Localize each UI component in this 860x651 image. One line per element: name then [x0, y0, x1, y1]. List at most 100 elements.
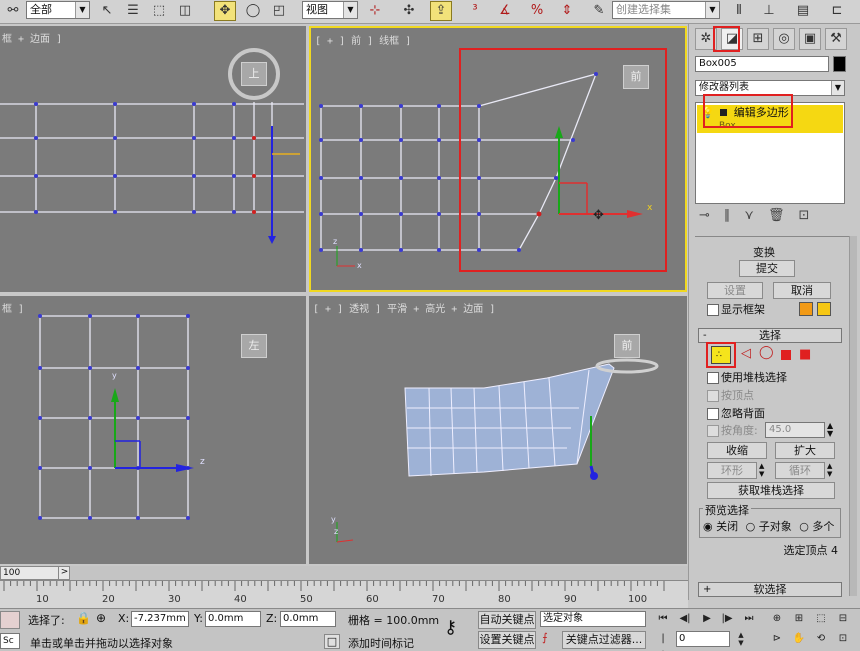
orbit-icon[interactable]: ⟲ [812, 631, 830, 647]
viewport-persp-label[interactable]: [ + ] 透视 ] 平滑 + 高光 + 边面 ] [313, 300, 495, 315]
ring-spinner-icon[interactable]: ▲ ▼ [759, 462, 769, 479]
z-coordinate-input[interactable]: 0.0mm [280, 611, 336, 627]
window-crossing-icon[interactable]: ◫ [174, 1, 196, 21]
polygon-mode-icon[interactable] [781, 350, 791, 360]
by-vertex-checkbox[interactable]: 按顶点 [707, 390, 754, 402]
select-manipulate-icon[interactable]: ✣ [398, 1, 420, 21]
make-unique-icon[interactable]: ⋎ [744, 208, 768, 223]
zoom-all-icon[interactable]: ⊞ [790, 611, 808, 627]
commit-button[interactable]: 提交 [739, 260, 795, 277]
modifier-stack-item[interactable]: Box [697, 120, 843, 133]
border-mode-icon[interactable]: ◯ [759, 345, 774, 360]
cage-selected-color-swatch[interactable] [817, 302, 831, 316]
zoom-extents-icon[interactable]: ⬚ [812, 611, 830, 627]
pivot-icon[interactable]: ⊹ [364, 1, 386, 21]
viewport-front-label[interactable]: [ + ] 前 ] 线框 ] [315, 32, 411, 47]
time-tag-icon[interactable]: □ [324, 634, 340, 649]
curve-editor-icon[interactable]: ⊏ [826, 1, 848, 21]
radio-off[interactable]: ◉ 关闭 [703, 520, 738, 533]
current-frame-input[interactable]: 0 [676, 631, 730, 647]
mirror-icon[interactable]: ⫴ [728, 1, 750, 21]
next-frame-arrow-icon[interactable]: > [58, 566, 70, 580]
maximize-viewport-icon[interactable]: ⊡ [834, 631, 852, 647]
modify-tab-icon[interactable]: ◪ [721, 28, 743, 50]
ring-button[interactable]: 环形 [707, 462, 757, 479]
percent-snap-icon[interactable]: % [526, 1, 548, 21]
get-stack-selection-button[interactable]: 获取堆栈选择 [707, 482, 835, 499]
selection-rollout-header[interactable]: - 选择 [698, 328, 842, 343]
rotate-icon[interactable]: ◯ [242, 1, 264, 21]
key-filters-button[interactable]: 关键点过滤器... [562, 631, 646, 649]
select-object-icon[interactable]: ↖ [96, 1, 118, 21]
reference-coord-dropdown[interactable]: 视图 ▼ [302, 1, 358, 19]
display-tab-icon[interactable]: ▣ [799, 28, 821, 50]
named-selection-dropdown[interactable]: 创建选择集 ▼ [612, 1, 720, 19]
maxscript-mini-listener[interactable]: Sc [0, 633, 20, 649]
loop-button[interactable]: 循环 [775, 462, 825, 479]
angle-snap-icon[interactable]: ∡ [494, 1, 516, 21]
frame-spinner-icon[interactable]: ▲ ▼ [732, 631, 750, 647]
viewport-left-label[interactable]: 框 ] [2, 300, 24, 315]
scale-icon[interactable]: ◰ [268, 1, 290, 21]
selection-filter-dropdown[interactable]: 全部 ▼ [26, 1, 90, 19]
grow-button[interactable]: 扩大 [775, 442, 835, 459]
key-mode-icon[interactable]: ⚷ [444, 617, 457, 638]
create-tab-icon[interactable]: ✲ [695, 28, 717, 50]
key-mode-toggle-icon[interactable]: |◀▶ [654, 631, 672, 651]
pin-stack-icon[interactable]: ⊸ [699, 208, 724, 223]
spinner-snap-icon[interactable]: ⇕ [556, 1, 578, 21]
element-mode-icon[interactable]: ■ [799, 347, 811, 362]
loop-spinner-icon[interactable]: ▲ ▼ [827, 462, 837, 479]
y-coordinate-input[interactable]: 0.0mm [205, 611, 261, 627]
modifier-list-dropdown[interactable]: 修改器列表 ▼ [695, 80, 845, 96]
object-name-field[interactable]: Box005 [695, 56, 829, 72]
go-to-start-icon[interactable]: ⏮ [654, 611, 672, 627]
align-icon[interactable]: ⊥ [758, 1, 780, 21]
viewport-top[interactable]: 框 + 边面 ] 上 [0, 26, 306, 292]
zoom-extents-all-icon[interactable]: ⊟ [834, 611, 852, 627]
radio-multi[interactable]: ○ 多个 [799, 520, 834, 533]
track-bar[interactable]: 10 20 30 40 50 60 70 80 90 100 [0, 580, 688, 608]
key-tangent-icon[interactable]: ⨍ [542, 631, 548, 644]
field-of-view-icon[interactable]: ⊳ [768, 631, 786, 647]
absolute-mode-icon[interactable]: ⊕ [96, 611, 106, 625]
viewcube-top[interactable]: 上 [241, 62, 267, 86]
move-icon[interactable]: ✥ [214, 1, 236, 21]
show-cage-checkbox[interactable]: 显示框架 [707, 304, 765, 316]
angle-spinner-icon[interactable]: ▲ ▼ [827, 422, 837, 438]
cage-color-swatch[interactable] [799, 302, 813, 316]
selected-object-dropdown[interactable]: 选定对象 [540, 611, 646, 627]
cancel-button[interactable]: 取消 [773, 282, 831, 299]
soft-selection-rollout-header[interactable]: + 软选择 [698, 582, 842, 597]
rect-region-icon[interactable]: ⬚ [148, 1, 170, 21]
command-panel-scrollbar[interactable] [849, 236, 857, 596]
motion-tab-icon[interactable]: ◎ [773, 28, 795, 50]
configure-sets-icon[interactable]: ⊡ [798, 208, 823, 223]
select-by-name-icon[interactable]: ☰ [122, 1, 144, 21]
play-icon[interactable]: ▶ [698, 611, 716, 627]
show-end-result-icon[interactable]: ∥ [724, 208, 745, 223]
settings-button[interactable]: 设置 [707, 282, 763, 299]
by-angle-checkbox[interactable]: 按角度: [707, 425, 758, 437]
previous-frame-icon[interactable]: ◀| [676, 611, 694, 627]
hierarchy-tab-icon[interactable]: ⊞ [747, 28, 769, 50]
add-time-tag[interactable]: 添加时间标记 [348, 635, 414, 651]
x-coordinate-input[interactable]: -7.237mm [131, 611, 189, 627]
viewport-perspective[interactable]: y z [ + ] 透视 ] 平滑 + 高光 + 边面 ] 前 [309, 296, 687, 564]
viewcube-persp[interactable]: 前 [614, 334, 640, 358]
viewport-front[interactable]: x z x ✥ [ + ] 前 ] 线框 ] 前 [309, 26, 687, 292]
use-stack-selection-checkbox[interactable]: 使用堆栈选择 [707, 372, 787, 384]
viewcube-front[interactable]: 前 [623, 65, 649, 89]
keyboard-shortcut-icon[interactable]: ⇪ [430, 1, 452, 21]
zoom-icon[interactable]: ⊕ [768, 611, 786, 627]
edit-named-selection-icon[interactable]: ✎ [588, 1, 610, 21]
next-frame-icon[interactable]: |▶ [718, 611, 736, 627]
utilities-tab-icon[interactable]: ⚒ [825, 28, 847, 50]
modifier-stack-item[interactable]: 💡 编辑多边形 [697, 105, 843, 120]
radio-subobj[interactable]: ○ 子对象 [746, 520, 792, 533]
viewport-left[interactable]: z y 框 ] 左 [0, 296, 306, 564]
layer-manager-icon[interactable]: ▤ [792, 1, 814, 21]
viewcube-left[interactable]: 左 [241, 334, 267, 358]
pan-icon[interactable]: ✋ [790, 631, 808, 647]
set-key-button[interactable]: 设置关键点 [478, 631, 536, 649]
